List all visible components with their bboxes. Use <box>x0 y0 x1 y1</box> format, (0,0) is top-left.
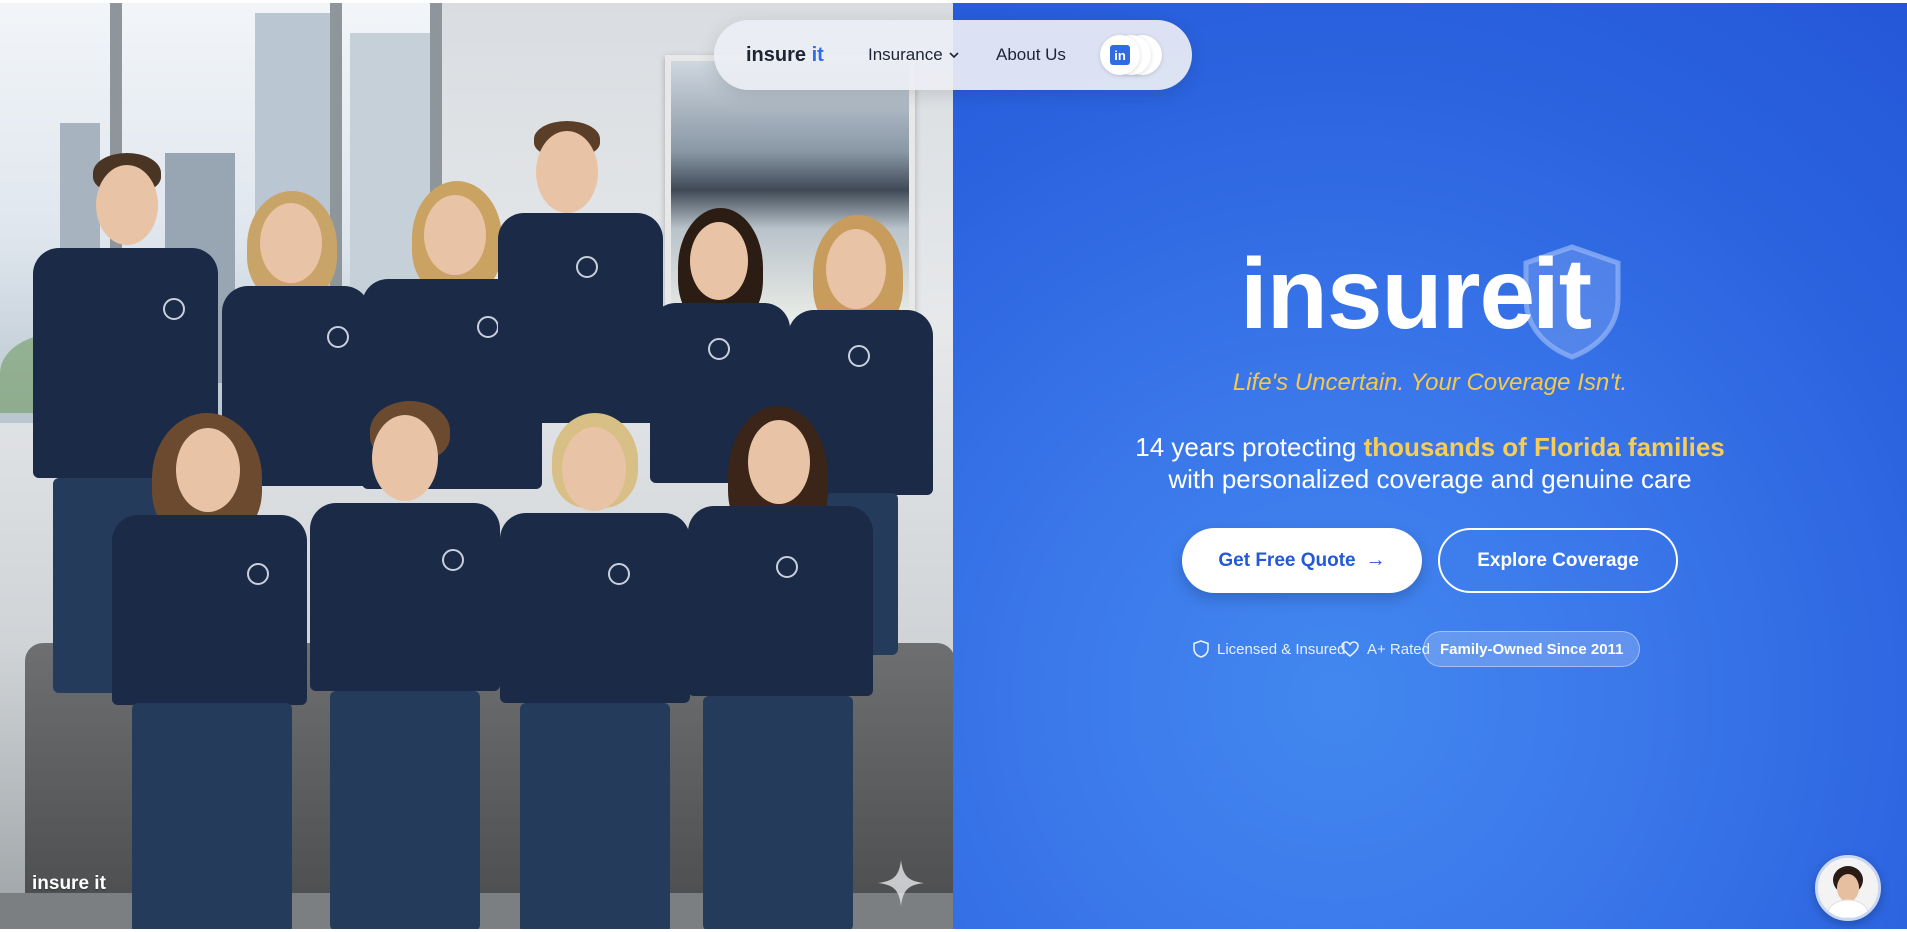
nav-insurance-dropdown[interactable]: Insurance <box>868 45 959 65</box>
badge-rated-label: A+ Rated <box>1367 640 1430 658</box>
desc-line2: with personalized coverage and genuine c… <box>1168 464 1692 494</box>
team-photo: insure it <box>0 3 953 929</box>
linkedin-link[interactable]: in <box>1100 35 1140 75</box>
social-links: in <box>1100 35 1162 75</box>
explore-coverage-button[interactable]: Explore Coverage <box>1438 528 1678 593</box>
nav-about-us[interactable]: About Us <box>996 45 1066 65</box>
hero-logo: insure it <box>1240 235 1660 365</box>
hero-tagline: Life's Uncertain. Your Coverage Isn't. <box>1232 369 1628 396</box>
team-member <box>310 401 500 929</box>
hero-description: 14 years protecting thousands of Florida… <box>953 431 1907 495</box>
sparkle-icon <box>878 860 924 906</box>
badge-licensed-label: Licensed & Insured <box>1217 640 1346 658</box>
chat-avatar[interactable] <box>1815 855 1881 921</box>
get-free-quote-button[interactable]: Get Free Quote → <box>1182 528 1422 593</box>
explore-coverage-label: Explore Coverage <box>1477 549 1639 571</box>
nav-brand-it: it <box>811 43 824 66</box>
desc-prefix: 14 years protecting <box>1135 432 1364 462</box>
badge-rated: A+ Rated <box>1341 631 1430 667</box>
photo-watermark: insure it <box>32 873 106 894</box>
badge-family-owned: Family-Owned Since 2011 <box>1423 631 1641 667</box>
chevron-down-icon <box>949 52 959 58</box>
team-member <box>112 413 312 929</box>
hero-section: insure it Life's Uncertain. Your Coverag… <box>953 3 1907 929</box>
trust-badges: Licensed & Insured A+ Rated Family-Owned… <box>1183 631 1683 667</box>
nav-brand[interactable]: insure it <box>746 44 824 67</box>
badge-licensed: Licensed & Insured <box>1193 631 1345 667</box>
desc-highlight: thousands of Florida families <box>1363 432 1725 462</box>
team-member <box>688 406 873 929</box>
logo-insure-text: insure <box>1240 238 1535 350</box>
logo-it-text: it <box>1532 238 1592 350</box>
nav-brand-insure: insure <box>746 43 807 66</box>
team-member <box>500 413 690 929</box>
top-nav: insure it Insurance About Us in <box>714 20 1192 90</box>
arrow-right-icon: → <box>1365 549 1386 571</box>
shield-outline-icon <box>1193 640 1209 658</box>
get-free-quote-label: Get Free Quote <box>1218 549 1356 571</box>
avatar-icon <box>1818 858 1878 918</box>
linkedin-icon: in <box>1110 45 1130 65</box>
nav-insurance-label: Insurance <box>868 45 943 64</box>
heart-outline-icon <box>1341 641 1359 657</box>
